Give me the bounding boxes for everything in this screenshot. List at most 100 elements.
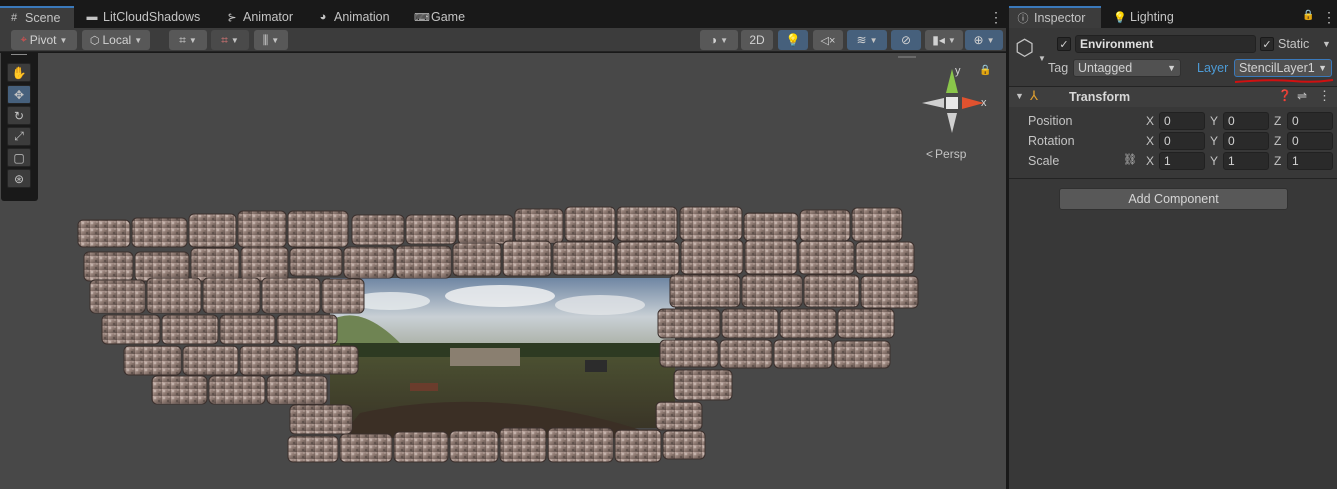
grid-icon: # [10, 12, 18, 24]
ruler-icon: ⫼ [262, 32, 269, 47]
tab-label: Inspector [1034, 11, 1086, 25]
chevron-down-icon: ▼ [59, 35, 68, 45]
tab-litcloudshadows[interactable]: ▬ LitCloudShadows [78, 6, 208, 28]
toggle-2d-button[interactable]: 2D [741, 30, 773, 50]
gizmos-dropdown[interactable]: ⊕ ▼ [965, 30, 1003, 50]
persp-label: Persp [935, 147, 967, 161]
chevron-down-icon: ▼ [1167, 63, 1176, 73]
constrain-proportions-icon[interactable]: ⛓ [1123, 153, 1137, 166]
scale-y-field[interactable]: 1 [1223, 152, 1269, 170]
chevron-down-icon[interactable]: ▼ [1038, 54, 1046, 63]
static-checkbox[interactable]: ✓ [1260, 37, 1274, 51]
component-menu-icon[interactable]: ⋮ [1318, 88, 1331, 104]
drag-handle-icon[interactable] [11, 53, 27, 55]
lighting-toggle-button[interactable]: 💡 [778, 30, 808, 50]
rect-tool-button[interactable]: ▢ [7, 148, 31, 167]
transform-axes-icon: ⅄ [1030, 88, 1038, 103]
scale-x-field[interactable]: 1 [1159, 152, 1205, 170]
transform-tool-button[interactable]: ⊛ [7, 169, 31, 188]
tab-animation[interactable]: ◕ Animation [309, 6, 398, 28]
camera-dropdown[interactable]: ▮◂ ▼ [925, 30, 963, 50]
axis-y-label: Y [1210, 154, 1219, 168]
tab-icon: ▬ [86, 11, 98, 23]
camera-icon: ▮◂ [932, 33, 945, 47]
rotation-label: Rotation [1028, 134, 1075, 148]
tab-label: Game [431, 10, 466, 24]
shading-icon: ◑ [709, 33, 718, 47]
gizmo-neg-x-cone[interactable] [922, 98, 944, 108]
ruler-snap-button[interactable]: ⫼ ▼ [254, 30, 288, 50]
hand-tool-button[interactable]: ✋ [7, 63, 31, 82]
scale-z-field[interactable]: 1 [1287, 152, 1333, 170]
layer-dropdown[interactable]: StencilLayer1 ▼ [1234, 59, 1332, 77]
increment-snap-button[interactable]: ⌗ ▼ [211, 30, 249, 50]
gizmo-y-label: y [955, 65, 961, 77]
rotation-y-field[interactable]: 0 [1223, 132, 1269, 150]
position-z-field[interactable]: 0 [1287, 112, 1333, 130]
lock-icon[interactable]: 🔒 [1302, 10, 1314, 21]
tab-lighting[interactable]: 💡 Lighting [1105, 6, 1182, 28]
position-label: Position [1028, 114, 1073, 128]
chevron-down-icon: ▼ [188, 35, 197, 45]
add-component-button[interactable]: Add Component [1059, 188, 1288, 210]
hidden-objects-toggle[interactable]: ⊘ [891, 30, 921, 50]
cube-icon: ⬡ [89, 34, 100, 47]
presets-icon[interactable]: ⇌ [1297, 89, 1307, 103]
chevron-down-icon: ▼ [986, 35, 995, 45]
toggle-2d-label: 2D [749, 33, 765, 47]
static-label: Static [1278, 37, 1310, 51]
position-y-field[interactable]: 0 [1223, 112, 1269, 130]
chevron-down-icon: ▼ [230, 35, 239, 45]
static-dropdown-arrow-icon[interactable]: ▼ [1322, 39, 1331, 49]
gizmo-globe-icon: ⊕ [973, 33, 984, 47]
scale-icon: ⤢ [14, 129, 24, 143]
scene-viewport[interactable]: ✋ ✥ ↻ ⤢ ▢ ⊛ 🔒 y x < Persp [0, 53, 1006, 489]
move-tool-button[interactable]: ✥ [7, 85, 31, 104]
animator-icon: ⊱ [227, 11, 237, 24]
layer-label: Layer [1197, 61, 1229, 75]
axis-x-label: X [1146, 154, 1155, 168]
perspective-toggle[interactable]: < Persp [926, 147, 966, 161]
local-dropdown[interactable]: ⬡ Local ▼ [82, 30, 150, 50]
active-checkbox[interactable]: ✓ [1057, 37, 1071, 51]
gizmo-center-cube[interactable] [946, 97, 958, 109]
gizmo-neg-y-cone[interactable] [947, 113, 957, 133]
pivot-dropdown[interactable]: ⌖ Pivot ▼ [11, 30, 77, 50]
component-title: Transform [1069, 90, 1131, 104]
inspector-tab-bar: ⓘ Inspector 💡 Lighting 🔒 ⋮ [1009, 6, 1337, 28]
tab-animator[interactable]: ⊱ Animator [218, 6, 301, 28]
foldout-arrow-icon[interactable]: ▼ [1015, 91, 1024, 101]
help-icon[interactable]: ❓ [1278, 89, 1292, 102]
scale-tool-button[interactable]: ⤢ [7, 127, 31, 146]
grid-snap-button[interactable]: ⌗ ▼ [169, 30, 207, 50]
tag-value: Untagged [1078, 61, 1133, 75]
more-menu-icon[interactable]: ⋮ [1322, 6, 1336, 28]
gizmo-x-label: x [981, 97, 987, 109]
tool-palette: ✋ ✥ ↻ ⤢ ▢ ⊛ [1, 53, 38, 201]
pivot-label: Pivot [29, 33, 57, 47]
gizmo-handle[interactable] [898, 56, 916, 58]
tab-scene[interactable]: # Scene [0, 6, 74, 28]
tab-label: LitCloudShadows [103, 10, 201, 24]
rotate-tool-button[interactable]: ↻ [7, 106, 31, 125]
tab-inspector[interactable]: ⓘ Inspector [1009, 6, 1101, 28]
tab-game[interactable]: ⌨ Game [406, 6, 473, 28]
axis-z-label: Z [1274, 154, 1282, 168]
checkmark-icon: ✓ [1262, 38, 1272, 51]
position-x-field[interactable]: 0 [1159, 112, 1205, 130]
chevron-down-icon: ▼ [134, 35, 143, 45]
rotation-z-field[interactable]: 0 [1287, 132, 1333, 150]
rotation-x-field[interactable]: 0 [1159, 132, 1205, 150]
red-underline-annotation [1234, 79, 1334, 83]
effects-dropdown[interactable]: ≋ ▼ [847, 30, 887, 50]
object-name-field[interactable]: Environment [1075, 35, 1256, 53]
chevron-down-icon: ▼ [720, 35, 729, 45]
transform-icon: ⊛ [13, 171, 25, 186]
tag-dropdown[interactable]: Untagged ▼ [1073, 59, 1181, 77]
scene-render [77, 206, 919, 463]
orientation-gizmo[interactable] [918, 63, 988, 138]
pivot-icon: ⌖ [20, 33, 27, 46]
more-menu-icon[interactable]: ⋮ [989, 6, 1003, 28]
audio-toggle-button[interactable]: ◁× [813, 30, 843, 50]
draw-mode-dropdown[interactable]: ◑ ▼ [700, 30, 738, 50]
